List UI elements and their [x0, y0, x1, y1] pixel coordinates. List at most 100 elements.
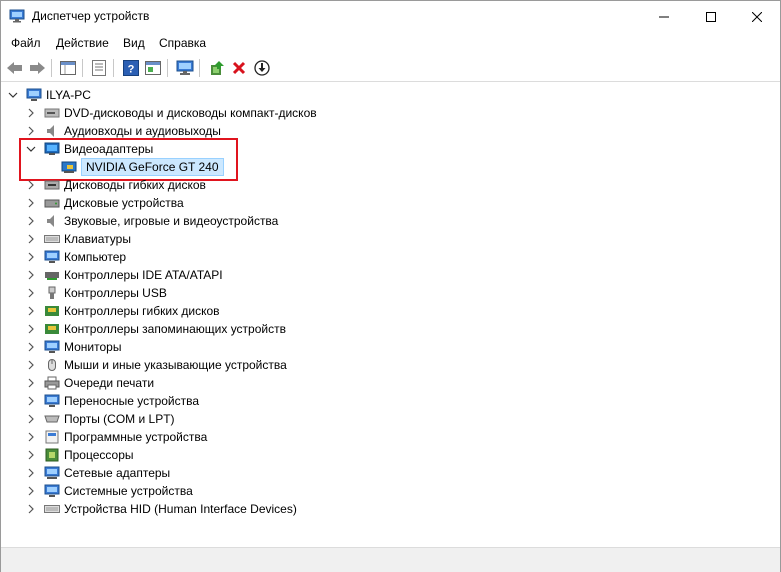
keyboard-icon [44, 232, 60, 246]
device-manager-window: Диспетчер устройств Файл Действие Вид Сп… [0, 0, 781, 572]
tree-node-portable-devices[interactable]: Переносные устройства [25, 392, 199, 410]
tree-node-label: Мониторы [64, 340, 122, 354]
expand-chevron-icon[interactable] [25, 305, 37, 317]
expand-chevron-icon[interactable] [25, 107, 37, 119]
tree-node-floppy-controllers[interactable]: Контроллеры гибких дисков [25, 302, 220, 320]
tree-node-ide-controllers[interactable]: Контроллеры IDE ATA/ATAPI [25, 266, 223, 284]
properties-icon[interactable] [89, 58, 109, 78]
tree-node-label: Системные устройства [64, 484, 193, 498]
tree-node-usb-controllers[interactable]: Контроллеры USB [25, 284, 167, 302]
expand-chevron-icon[interactable] [25, 251, 37, 263]
expand-chevron-icon[interactable] [25, 269, 37, 281]
menu-bar: Файл Действие Вид Справка [1, 32, 780, 54]
tree-node-keyboards[interactable]: Клавиатуры [25, 230, 131, 248]
expand-chevron-icon[interactable] [25, 323, 37, 335]
expand-chevron-icon[interactable] [25, 431, 37, 443]
tree-node-label: Устройства HID (Human Interface Devices) [64, 502, 297, 516]
tree-node-label: Сетевые адаптеры [64, 466, 171, 480]
expand-chevron-icon[interactable] [25, 377, 37, 389]
status-bar [1, 547, 780, 572]
uninstall-icon[interactable] [229, 58, 249, 78]
expand-chevron-icon[interactable] [25, 287, 37, 299]
expand-chevron-icon[interactable] [25, 485, 37, 497]
tree-node-label: Контроллеры запоминающих устройств [64, 322, 286, 336]
tree-node-hid[interactable]: Устройства HID (Human Interface Devices) [25, 500, 297, 518]
expand-chevron-icon[interactable] [25, 179, 37, 191]
tree-node-storage-controllers[interactable]: Контроллеры запоминающих устройств [25, 320, 286, 338]
speaker-icon [44, 124, 60, 138]
expand-chevron-icon[interactable] [25, 359, 37, 371]
portable-device-icon [44, 394, 60, 408]
monitor-icon [44, 340, 60, 354]
tree-node-network-adapters[interactable]: Сетевые адаптеры [25, 464, 170, 482]
help-icon[interactable]: ? [121, 58, 141, 78]
tree-node-mice[interactable]: Мыши и иные указывающие устройства [25, 356, 287, 374]
enable-driver-icon[interactable] [207, 58, 227, 78]
tree-node-ports[interactable]: Порты (COM и LPT) [25, 410, 175, 428]
processor-icon [44, 448, 60, 462]
close-button[interactable] [734, 1, 780, 32]
tree-node-sound-devices[interactable]: Звуковые, игровые и видеоустройства [25, 212, 278, 230]
tree-node-label: Мыши и иные указывающие устройства [64, 358, 287, 372]
hid-icon [44, 502, 60, 516]
tree-node-print-queues[interactable]: Очереди печати [25, 374, 154, 392]
expand-chevron-icon[interactable] [25, 215, 37, 227]
expand-chevron-icon[interactable] [25, 503, 37, 515]
expand-chevron-icon[interactable] [25, 467, 37, 479]
toolbar: ? [1, 55, 780, 82]
collapse-chevron-icon[interactable] [7, 89, 19, 101]
tree-root-label: ILYA-PC [46, 88, 91, 102]
toolbar-separator [199, 59, 200, 77]
tree-node-software-devices[interactable]: Программные устройства [25, 428, 207, 446]
expand-chevron-icon[interactable] [25, 197, 37, 209]
computer-icon [26, 88, 42, 102]
expand-chevron-icon[interactable] [25, 233, 37, 245]
forward-icon[interactable] [27, 58, 47, 78]
system-device-icon [44, 484, 60, 498]
expand-chevron-icon[interactable] [25, 341, 37, 353]
network-adapter-icon [44, 466, 60, 480]
tree-node-floppy-drives[interactable]: Дисководы гибких дисков [25, 176, 206, 194]
sound-icon [44, 214, 60, 228]
tree-node-label: Компьютер [64, 250, 127, 264]
disable-icon[interactable] [252, 58, 272, 78]
tree-node-disk-drives[interactable]: Дисковые устройства [25, 194, 184, 212]
disk-drive-icon [44, 196, 60, 210]
tree-node-dvd-drives[interactable]: DVD-дисководы и дисководы компакт-дисков [25, 104, 317, 122]
back-icon[interactable] [5, 58, 25, 78]
maximize-button[interactable] [688, 1, 734, 32]
usb-icon [44, 286, 60, 300]
expand-chevron-icon[interactable] [25, 449, 37, 461]
menu-view[interactable]: Вид [123, 36, 145, 50]
tree-node-label: Контроллеры гибких дисков [64, 304, 220, 318]
list-icon[interactable] [143, 58, 163, 78]
tree-node-processors[interactable]: Процессоры [25, 446, 134, 464]
tree-root[interactable]: ILYA-PC [7, 86, 91, 104]
menu-help[interactable]: Справка [159, 36, 206, 50]
highlight-box [19, 138, 238, 181]
menu-file[interactable]: Файл [11, 36, 41, 50]
tree-node-computer[interactable]: Компьютер [25, 248, 126, 266]
toolbar-separator [82, 59, 83, 77]
expand-chevron-icon[interactable] [25, 395, 37, 407]
tree-node-label: Очереди печати [64, 376, 155, 390]
ide-controller-icon [44, 268, 60, 282]
tree-node-label: Аудиовходы и аудиовыходы [64, 124, 221, 138]
tree-node-system-devices[interactable]: Системные устройства [25, 482, 193, 500]
expand-chevron-icon[interactable] [25, 413, 37, 425]
menu-action[interactable]: Действие [56, 36, 109, 50]
floppy-drive-icon [44, 178, 60, 192]
toolbar-separator [167, 59, 168, 77]
tree-node-label: DVD-дисководы и дисководы компакт-дисков [64, 106, 317, 120]
scan-hardware-icon[interactable] [175, 58, 195, 78]
tree-node-label: Дисковые устройства [64, 196, 184, 210]
window-title: Диспетчер устройств [32, 9, 150, 23]
minimize-button[interactable] [641, 1, 687, 32]
tree-node-monitors[interactable]: Мониторы [25, 338, 121, 356]
svg-text:?: ? [128, 64, 135, 76]
tree-node-label: Процессоры [64, 448, 134, 462]
expand-chevron-icon[interactable] [25, 125, 37, 137]
tree-node-label: Контроллеры IDE ATA/ATAPI [64, 268, 223, 282]
dvd-icon [44, 106, 60, 120]
console-tree-icon[interactable] [58, 58, 78, 78]
